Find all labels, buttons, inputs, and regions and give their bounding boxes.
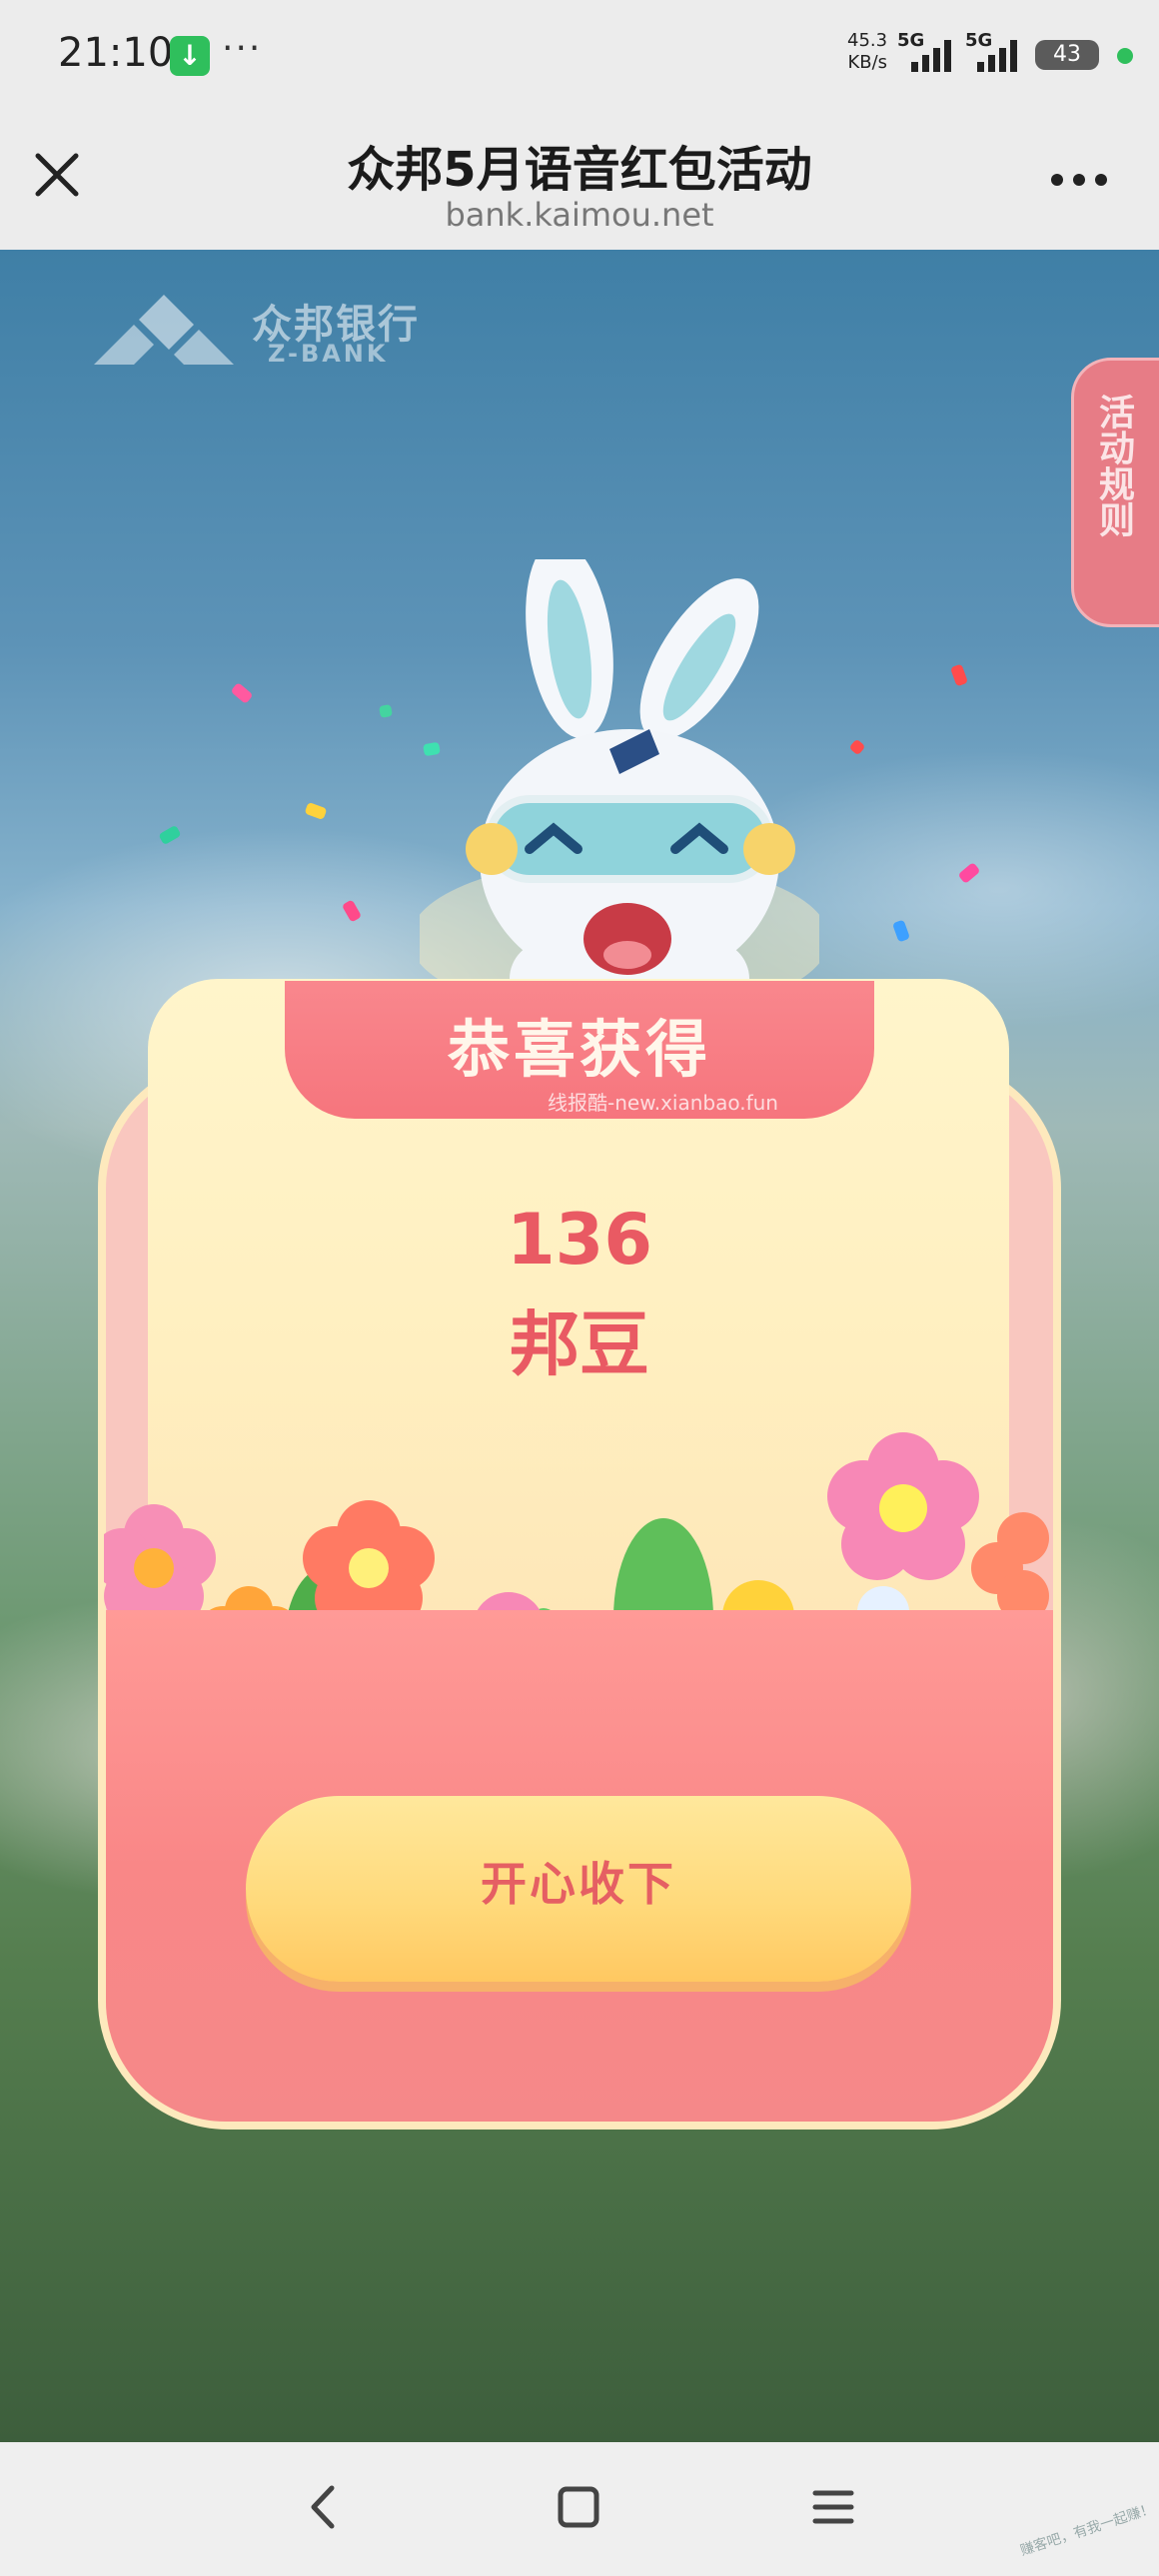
status-time: 21:10 — [58, 30, 174, 76]
reward-amount: 136 — [506, 1199, 653, 1281]
page-title: 众邦5月语音红包活动 — [347, 142, 812, 198]
reward-unit: 邦豆 — [510, 1303, 649, 1385]
status-dot — [1117, 48, 1133, 64]
network-speed: 45.3 KB/s — [847, 30, 887, 74]
recent-apps-icon[interactable] — [811, 2485, 855, 2529]
signal-icon — [911, 40, 951, 72]
battery-icon: 43 — [1035, 40, 1099, 70]
status-more-icon: ··· — [222, 28, 263, 69]
status-bar: 21:10 ↓ ··· 45.3 KB/s 5G 5G 43 — [0, 0, 1159, 110]
card-header-title: 恭喜获得 — [447, 1013, 711, 1086]
accept-reward-button[interactable] — [246, 1796, 911, 1982]
zbank-logo-icon — [94, 295, 234, 365]
signal-icon-2 — [977, 40, 1017, 72]
title-bar: 众邦5月语音红包活动 bank.kaimou.net — [0, 110, 1159, 250]
more-menu-icon[interactable] — [1049, 170, 1109, 190]
close-icon[interactable] — [32, 150, 82, 200]
back-icon[interactable] — [300, 2482, 350, 2532]
network-speed-unit: KB/s — [847, 52, 888, 73]
home-icon[interactable] — [556, 2484, 601, 2530]
rabbit-mascot-icon — [420, 559, 819, 999]
activity-rules-label: 活动规则 — [1093, 394, 1134, 537]
brand-name-en: Z-BANK — [268, 340, 389, 368]
download-icon: ↓ — [170, 36, 210, 76]
watermark-text: 线报酷-new.xianbao.fun — [548, 1091, 778, 1115]
network-speed-value: 45.3 — [847, 30, 888, 51]
page-url: bank.kaimou.net — [445, 196, 714, 234]
